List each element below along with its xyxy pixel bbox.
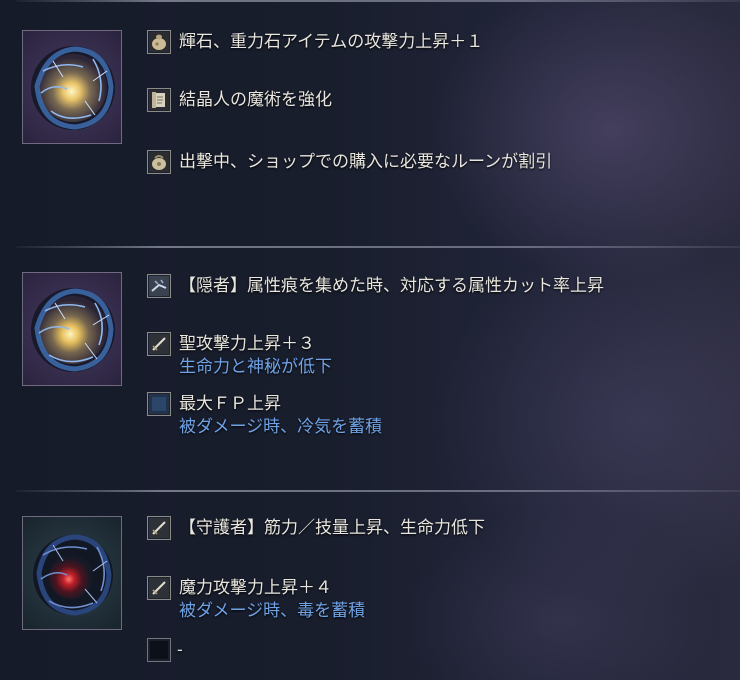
affinity-icon (147, 274, 171, 298)
effect-text: 結晶人の魔術を強化 (179, 90, 332, 110)
sword-icon (147, 332, 171, 356)
effect-row: 輝石、重力石アイテムの攻撃力上昇＋１ (147, 30, 483, 54)
effect-row: 出撃中、ショップでの購入に必要なルーンが割引 (147, 150, 552, 174)
divider-1 (16, 246, 740, 248)
effect-row: 聖攻撃力上昇＋３ 生命力と神秘が低下 (147, 332, 332, 379)
effect-row: - (147, 638, 183, 662)
relic-icon-purple-golden[interactable] (22, 272, 122, 386)
effect-row: 最大ＦＰ上昇 被ダメージ時、冷気を蓄積 (147, 392, 382, 439)
relic-icon-purple-golden[interactable] (22, 30, 122, 144)
empty-slot-icon (147, 638, 171, 662)
rune-bag-icon (147, 150, 171, 174)
effect-text: 【守護者】筋力／技量上昇、生命力低下 (179, 518, 485, 538)
sword-icon (147, 516, 171, 540)
effect-row: 【隠者】属性痕を集めた時、対応する属性カット率上昇 (147, 274, 604, 298)
relic-icon-dark-red[interactable] (22, 516, 122, 630)
effect-row: 結晶人の魔術を強化 (147, 88, 332, 112)
sword-icon (147, 576, 171, 600)
effect-text: 出撃中、ショップでの購入に必要なルーンが割引 (179, 152, 553, 172)
effect-drawback-text: 被ダメージ時、冷気を蓄積 (179, 417, 383, 437)
effect-text: 魔力攻撃力上昇＋４ (179, 578, 332, 598)
effect-drawback-text: 生命力と神秘が低下 (179, 357, 332, 377)
effect-row: 魔力攻撃力上昇＋４ 被ダメージ時、毒を蓄積 (147, 576, 365, 623)
effect-text: 輝石、重力石アイテムの攻撃力上昇＋１ (179, 32, 484, 52)
stone-pouch-icon (147, 30, 171, 54)
scroll-icon (147, 88, 171, 112)
divider-2 (16, 490, 740, 492)
effect-text: - (177, 640, 183, 660)
effect-drawback-text: 被ダメージ時、毒を蓄積 (179, 601, 366, 621)
divider-top (16, 0, 740, 2)
effect-text: 最大ＦＰ上昇 (179, 394, 281, 414)
fp-icon (147, 392, 171, 416)
effect-text: 聖攻撃力上昇＋３ (179, 334, 315, 354)
effect-row: 【守護者】筋力／技量上昇、生命力低下 (147, 516, 485, 540)
effect-text: 【隠者】属性痕を集めた時、対応する属性カット率上昇 (179, 276, 604, 296)
